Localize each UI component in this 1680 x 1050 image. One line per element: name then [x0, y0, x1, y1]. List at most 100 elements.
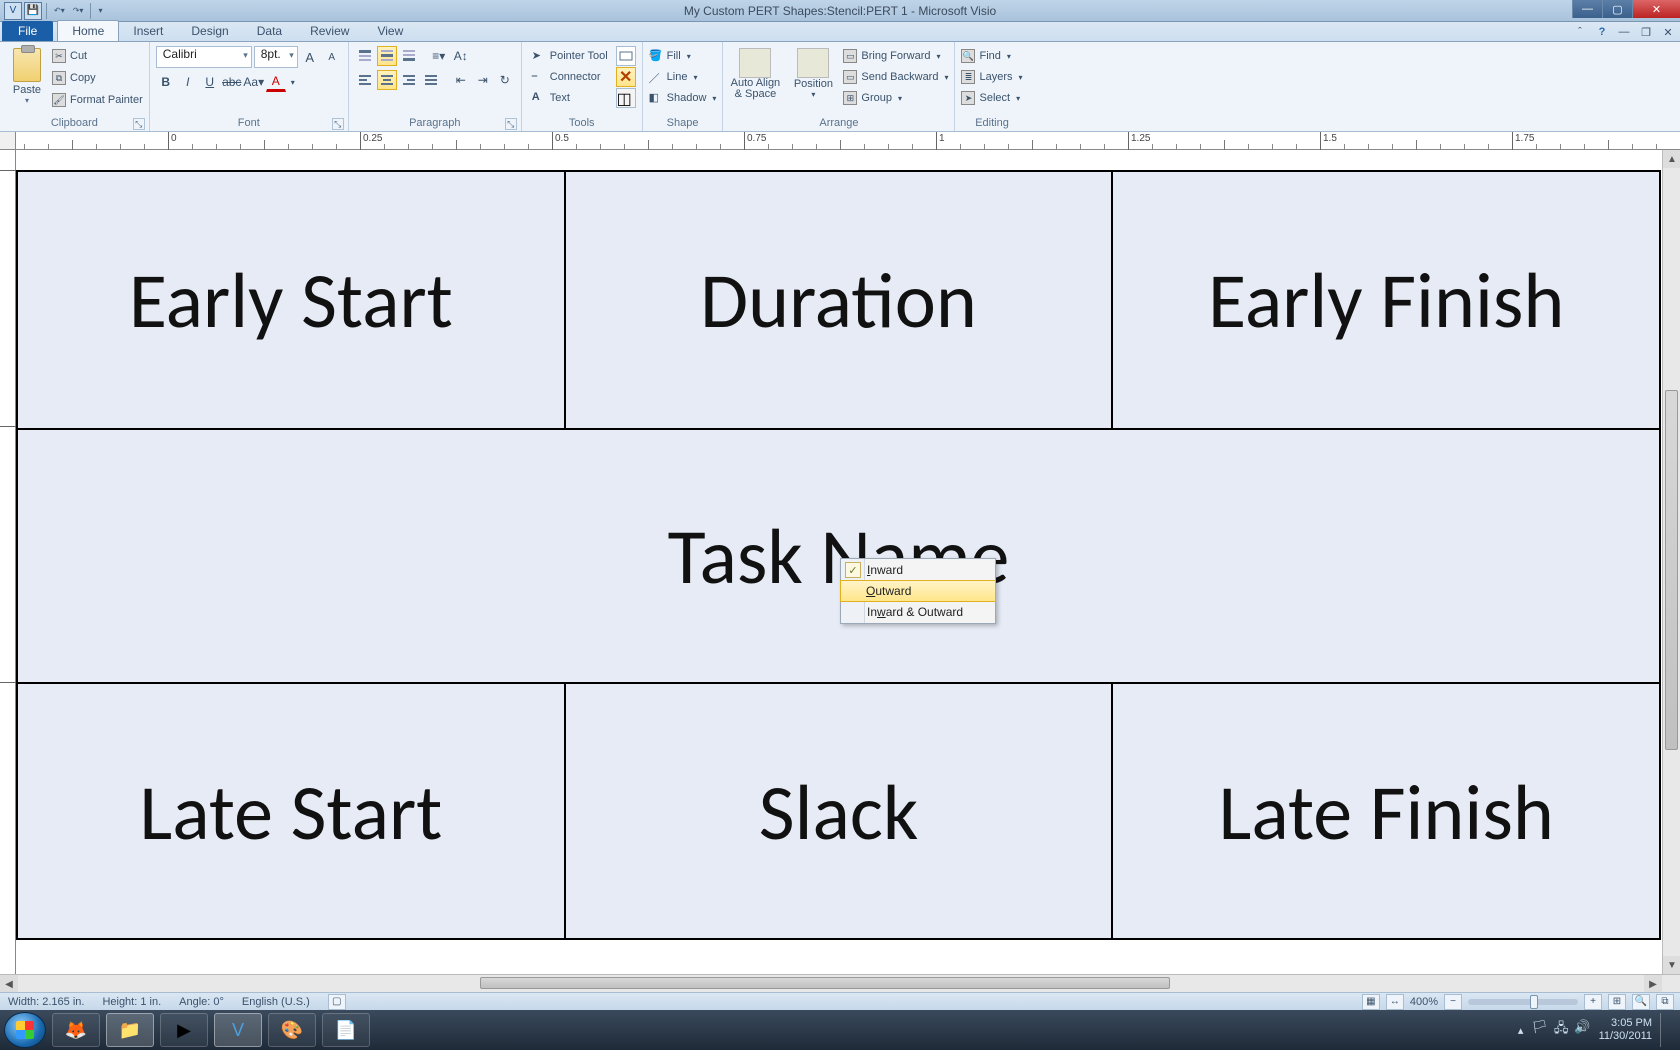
- horizontal-scrollbar[interactable]: ◀ ▶: [0, 974, 1680, 992]
- pert-late-finish[interactable]: Late Finish: [1113, 684, 1659, 940]
- macro-record-button[interactable]: ▢: [328, 994, 346, 1010]
- bullets-button[interactable]: ≡▾: [429, 46, 449, 66]
- shadow-button[interactable]: ◧Shadow▾: [649, 88, 717, 108]
- fit-page-button[interactable]: ⊞: [1608, 994, 1626, 1010]
- presentation-mode-button[interactable]: ▦: [1362, 994, 1380, 1010]
- clipboard-launcher[interactable]: ⤡: [133, 118, 145, 130]
- align-bottom-button[interactable]: [399, 46, 419, 66]
- start-button[interactable]: [4, 1012, 46, 1048]
- bring-forward-button[interactable]: ▭Bring Forward▾: [843, 46, 948, 66]
- minimize-button[interactable]: —: [1572, 0, 1602, 18]
- hscroll-thumb[interactable]: [480, 977, 1170, 989]
- ruler-vertical[interactable]: [0, 150, 16, 974]
- tray-network-icon[interactable]: 🖧: [1554, 1019, 1569, 1041]
- italic-button[interactable]: I: [178, 72, 198, 92]
- status-language[interactable]: English (U.S.): [242, 996, 310, 1008]
- align-left-button[interactable]: [355, 70, 375, 90]
- vertical-scrollbar[interactable]: ▲ ▼: [1662, 150, 1680, 974]
- align-top-button[interactable]: [355, 46, 375, 66]
- taskbar-paint[interactable]: 🎨: [268, 1013, 316, 1047]
- paste-button[interactable]: Paste ▾: [6, 44, 48, 116]
- copy-button[interactable]: ⧉Copy: [52, 68, 143, 88]
- ctx-inward[interactable]: ✓ Inward: [841, 559, 995, 581]
- scroll-left-button[interactable]: ◀: [0, 975, 18, 993]
- tray-show-hidden-icon[interactable]: ▴: [1518, 1024, 1524, 1037]
- tab-review[interactable]: Review: [296, 21, 363, 41]
- tray-clock[interactable]: 3:05 PM 11/30/2011: [1599, 1017, 1652, 1043]
- zoom-out-button[interactable]: −: [1444, 994, 1462, 1010]
- mdi-minimize-icon[interactable]: —: [1616, 24, 1632, 40]
- justify-button[interactable]: [421, 70, 441, 90]
- find-button[interactable]: 🔍Find▾: [961, 46, 1022, 66]
- qat-customize-icon[interactable]: ▾: [95, 6, 105, 15]
- zoom-slider[interactable]: [1468, 999, 1578, 1005]
- layers-button[interactable]: ≣Layers▾: [961, 67, 1022, 87]
- taskbar-firefox[interactable]: 🦊: [52, 1013, 100, 1047]
- fill-button[interactable]: 🪣Fill▾: [649, 46, 717, 66]
- zoom-level[interactable]: 400%: [1410, 996, 1438, 1008]
- switch-windows-button[interactable]: ⧉: [1656, 994, 1674, 1010]
- rotate-text-button[interactable]: ↻: [495, 70, 515, 90]
- show-desktop-button[interactable]: [1660, 1013, 1670, 1047]
- scroll-down-button[interactable]: ▼: [1663, 956, 1680, 974]
- vscroll-thumb[interactable]: [1665, 390, 1678, 750]
- pert-early-start[interactable]: Early Start: [18, 172, 564, 428]
- cut-button[interactable]: ✂Cut: [52, 46, 143, 66]
- font-launcher[interactable]: ⤡: [332, 118, 344, 130]
- pert-shape[interactable]: Early Start Duration Early Finish Task N…: [16, 170, 1661, 940]
- pert-slack[interactable]: Slack: [564, 684, 1114, 940]
- tab-view[interactable]: View: [363, 21, 417, 41]
- pert-duration[interactable]: Duration: [564, 172, 1114, 428]
- decrease-indent-button[interactable]: ⇤: [451, 70, 471, 90]
- drawing-canvas[interactable]: Early Start Duration Early Finish Task N…: [16, 150, 1662, 974]
- align-right-button[interactable]: [399, 70, 419, 90]
- help-icon[interactable]: ?: [1594, 24, 1610, 40]
- redo-icon[interactable]: ↷▾: [70, 6, 87, 15]
- font-color-dropdown[interactable]: ▾: [288, 72, 298, 92]
- taskbar-media-player[interactable]: ▶: [160, 1013, 208, 1047]
- mdi-close-icon[interactable]: ✕: [1660, 24, 1676, 40]
- save-icon[interactable]: 💾: [24, 2, 42, 20]
- shrink-font-button[interactable]: A: [322, 47, 342, 67]
- tray-volume-icon[interactable]: 🔊: [1574, 1019, 1590, 1041]
- font-size-combo[interactable]: 8pt.: [254, 46, 298, 68]
- auto-align-button[interactable]: Auto Align & Space: [729, 48, 781, 116]
- change-case-button[interactable]: Aa▾: [244, 72, 264, 92]
- connection-point-tool-button[interactable]: ✕: [616, 67, 636, 87]
- bold-button[interactable]: B: [156, 72, 176, 92]
- rectangle-tool-button[interactable]: [616, 46, 636, 66]
- ctx-inward-outward[interactable]: Inward & Outward: [841, 601, 995, 623]
- tab-data[interactable]: Data: [243, 21, 296, 41]
- pert-early-finish[interactable]: Early Finish: [1113, 172, 1659, 428]
- font-color-button[interactable]: A: [266, 72, 286, 92]
- align-middle-button[interactable]: [377, 46, 397, 66]
- scroll-right-button[interactable]: ▶: [1644, 975, 1662, 993]
- connector-tool-button[interactable]: ⎯Connector: [528, 67, 612, 87]
- send-backward-button[interactable]: ▭Send Backward▾: [843, 67, 948, 87]
- text-tool-button[interactable]: AText: [528, 88, 612, 108]
- tab-insert[interactable]: Insert: [119, 21, 177, 41]
- line-button[interactable]: ／Line▾: [649, 67, 717, 87]
- page-width-button[interactable]: ↔: [1386, 994, 1404, 1010]
- tray-action-center-icon[interactable]: 🏳: [1531, 1019, 1548, 1041]
- taskbar-notepad[interactable]: 📄: [322, 1013, 370, 1047]
- text-direction-button[interactable]: A↕: [451, 46, 471, 66]
- ruler-horizontal[interactable]: 00.250.50.7511.251.51.75: [16, 132, 1680, 150]
- grow-font-button[interactable]: A: [300, 47, 320, 67]
- close-button[interactable]: ✕: [1632, 0, 1680, 18]
- align-center-button[interactable]: [377, 70, 397, 90]
- group-button[interactable]: ⊞Group▾: [843, 88, 948, 108]
- scroll-up-button[interactable]: ▲: [1663, 150, 1680, 168]
- zoom-slider-knob[interactable]: [1530, 995, 1538, 1009]
- maximize-button[interactable]: ▢: [1602, 0, 1632, 18]
- crop-tool-button[interactable]: ◫: [616, 88, 636, 108]
- font-name-combo[interactable]: Calibri: [156, 46, 252, 68]
- strikethrough-button[interactable]: abc: [222, 72, 242, 92]
- taskbar-visio[interactable]: V: [214, 1013, 262, 1047]
- ctx-outward[interactable]: Outward: [840, 580, 996, 602]
- underline-button[interactable]: U: [200, 72, 220, 92]
- pan-zoom-button[interactable]: 🔍: [1632, 994, 1650, 1010]
- format-painter-button[interactable]: 🖌Format Painter: [52, 90, 143, 110]
- pert-late-start[interactable]: Late Start: [18, 684, 564, 940]
- visio-app-icon[interactable]: V: [4, 2, 22, 20]
